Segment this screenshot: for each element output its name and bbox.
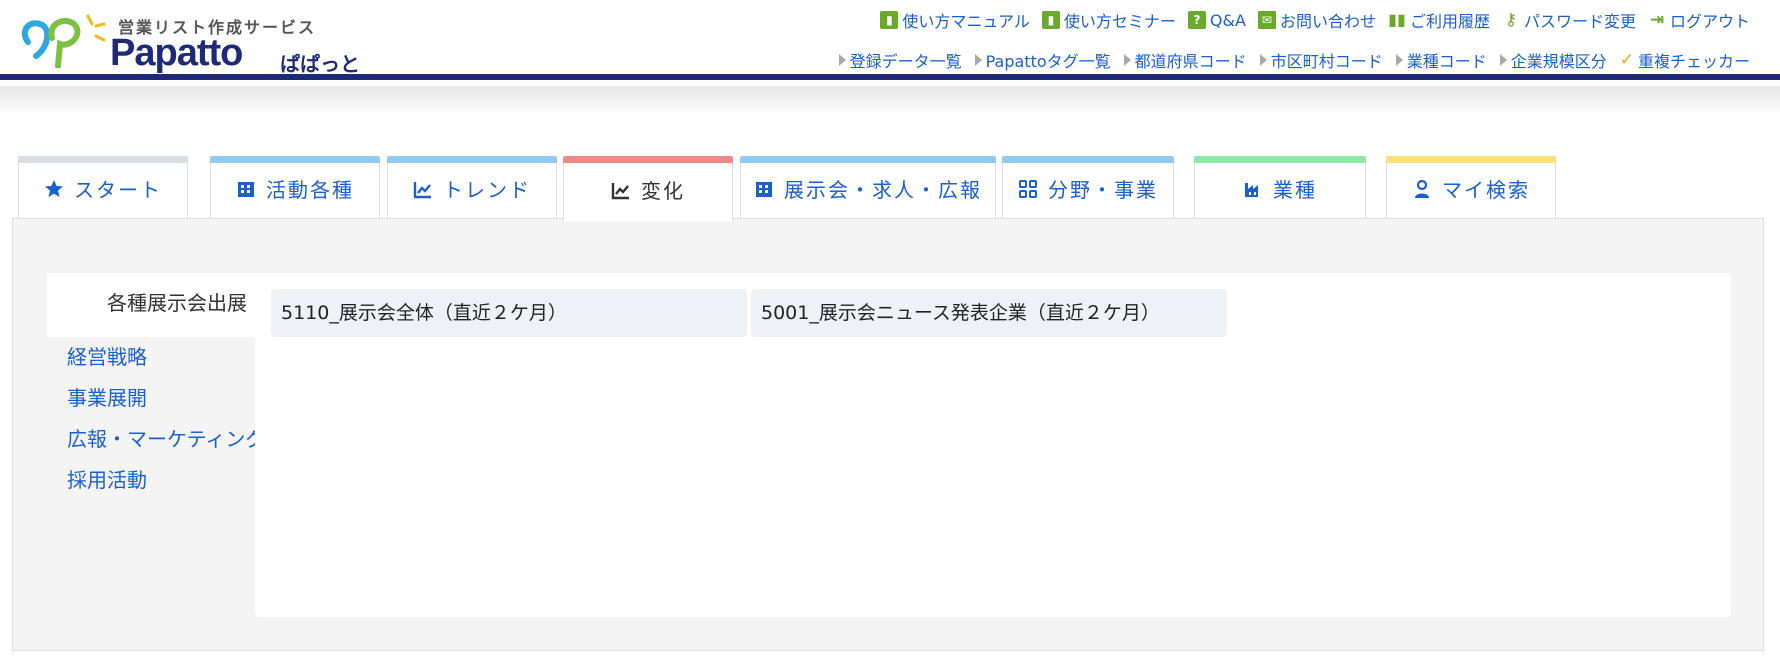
sub-nav-label: 業種コード bbox=[1406, 52, 1487, 71]
sub-nav-label: 都道府県コード bbox=[1134, 52, 1247, 71]
tag-card-5001[interactable]: 5001_展示会ニュース発表企業（直近２ケ月） bbox=[751, 289, 1227, 337]
sub-nav-tag-list[interactable]: Papattoタグ一覧 bbox=[974, 48, 1111, 72]
triangle-right-icon bbox=[838, 54, 846, 66]
tag-card-5110[interactable]: 5110_展示会全体（直近２ケ月） bbox=[271, 289, 747, 337]
sub-nav-city-code[interactable]: 市区町村コード bbox=[1259, 48, 1383, 72]
tab-trend[interactable]: トレンド bbox=[387, 156, 557, 220]
triangle-right-icon bbox=[1259, 54, 1267, 66]
tab-label: スタート bbox=[74, 178, 162, 202]
tab-panel: 各種展示会出展 経営戦略 事業展開 広報・マーケティング 採用活動 5110_展… bbox=[12, 218, 1764, 651]
star-icon bbox=[45, 179, 63, 197]
top-nav-logout[interactable]: ⇥ ログアウト bbox=[1648, 8, 1750, 32]
tab-change[interactable]: 変化 bbox=[563, 156, 733, 222]
sub-nav-label: Papattoタグ一覧 bbox=[985, 52, 1111, 71]
tab-label: 業種 bbox=[1273, 178, 1317, 202]
check-icon: ✓ bbox=[1619, 50, 1634, 70]
tab-my-search[interactable]: マイ検索 bbox=[1386, 156, 1556, 220]
tab-start[interactable]: スタート bbox=[18, 156, 188, 220]
triangle-right-icon bbox=[1123, 54, 1131, 66]
sub-nav-duplicate-checker[interactable]: ✓ 重複チェッカー bbox=[1620, 48, 1750, 72]
mail-icon: ✉ bbox=[1257, 11, 1276, 29]
tab-label: マイ検索 bbox=[1442, 178, 1530, 202]
sub-nav-prefecture-code[interactable]: 都道府県コード bbox=[1123, 48, 1247, 72]
top-nav-history[interactable]: ▮▮ ご利用履歴 bbox=[1388, 8, 1490, 32]
triangle-right-icon bbox=[974, 54, 982, 66]
tab-color-bar bbox=[1194, 156, 1366, 163]
factory-icon bbox=[1245, 182, 1258, 197]
book-icon: ▮ bbox=[880, 11, 899, 29]
sidebar-item-management-strategy[interactable]: 経営戦略 bbox=[47, 337, 257, 378]
sidebar-item-recruiting[interactable]: 採用活動 bbox=[47, 460, 257, 501]
tab-exhibitions[interactable]: 展示会・求人・広報 bbox=[740, 156, 996, 220]
header-shadow bbox=[0, 86, 1780, 116]
papatto-logo[interactable]: 営業リスト作成サービス Papatto ぱぱっと bbox=[18, 12, 360, 76]
tab-label: 展示会・求人・広報 bbox=[784, 178, 982, 202]
tab-color-bar bbox=[1386, 156, 1556, 163]
tab-color-bar bbox=[387, 156, 557, 163]
top-nav-contact[interactable]: ✉ お問い合わせ bbox=[1257, 8, 1376, 32]
logout-icon: ⇥ bbox=[1649, 10, 1665, 30]
triangle-right-icon bbox=[1395, 54, 1403, 66]
tab-activities[interactable]: 活動各種 bbox=[210, 156, 380, 220]
top-nav-manual[interactable]: ▮ 使い方マニュアル bbox=[880, 8, 1030, 32]
tab-industry[interactable]: 業種 bbox=[1194, 156, 1366, 220]
sub-nav-industry-code[interactable]: 業種コード bbox=[1395, 48, 1487, 72]
trend-icon bbox=[413, 181, 431, 198]
top-nav-label: お問い合わせ bbox=[1279, 12, 1376, 31]
history-icon: ▮▮ bbox=[1388, 10, 1406, 29]
sub-nav-label: 登録データ一覧 bbox=[849, 52, 962, 71]
sub-nav: 登録データ一覧 Papattoタグ一覧 都道府県コード 市区町村コード 業種コー… bbox=[838, 48, 1750, 72]
top-nav-label: ログアウト bbox=[1669, 12, 1750, 31]
user-icon bbox=[1415, 179, 1429, 198]
top-nav-password[interactable]: ⚷ パスワード変更 bbox=[1502, 8, 1636, 32]
header: 営業リスト作成サービス Papatto ぱぱっと ▮ 使い方マニュアル ▮ 使い… bbox=[0, 0, 1780, 80]
tab-color-bar bbox=[210, 156, 380, 163]
question-icon: ? bbox=[1187, 11, 1206, 29]
logo-kana: ぱぱっと bbox=[280, 52, 360, 76]
building-icon bbox=[238, 181, 254, 197]
sub-nav-company-size[interactable]: 企業規模区分 bbox=[1499, 48, 1607, 72]
logo-mark-icon bbox=[21, 14, 106, 68]
sidebar-item-business-expansion[interactable]: 事業展開 bbox=[47, 378, 257, 419]
tab-color-bar bbox=[563, 156, 733, 163]
triangle-right-icon bbox=[1499, 54, 1507, 66]
top-nav-label: パスワード変更 bbox=[1523, 12, 1636, 31]
top-nav-label: 使い方マニュアル bbox=[902, 12, 1030, 31]
sub-nav-registered-data[interactable]: 登録データ一覧 bbox=[838, 48, 962, 72]
book-icon: ▮ bbox=[1041, 11, 1060, 29]
building-icon bbox=[756, 181, 772, 197]
top-nav: ▮ 使い方マニュアル ▮ 使い方セミナー ? Q&A ✉ お問い合わせ ▮▮ ご… bbox=[880, 8, 1750, 32]
top-nav-label: 使い方セミナー bbox=[1063, 12, 1176, 31]
tab-fields[interactable]: 分野・事業 bbox=[1002, 156, 1174, 220]
tab-label: 分野・事業 bbox=[1048, 178, 1158, 202]
tab-label: 活動各種 bbox=[266, 178, 354, 202]
top-nav-label: Q&A bbox=[1209, 10, 1246, 30]
tab-label: 変化 bbox=[641, 179, 685, 203]
sub-nav-label: 企業規模区分 bbox=[1510, 52, 1607, 71]
sidebar-item-pr-marketing[interactable]: 広報・マーケティング bbox=[47, 419, 265, 460]
top-nav-label: ご利用履歴 bbox=[1409, 12, 1490, 31]
sub-nav-label: 市区町村コード bbox=[1270, 52, 1383, 71]
chart-line-icon bbox=[611, 182, 629, 199]
key-icon: ⚷ bbox=[1504, 10, 1518, 30]
tag-list-content: 5110_展示会全体（直近２ケ月） 5001_展示会ニュース発表企業（直近２ケ月… bbox=[255, 273, 1731, 617]
sidebar-item-exhibitions[interactable]: 各種展示会出展 bbox=[47, 273, 257, 337]
grid-icon bbox=[1019, 179, 1037, 198]
sub-nav-label: 重複チェッカー bbox=[1637, 52, 1750, 71]
logo-name: Papatto bbox=[110, 32, 243, 74]
tab-color-bar bbox=[740, 156, 996, 163]
top-nav-qa[interactable]: ? Q&A bbox=[1187, 10, 1246, 30]
tab-color-bar bbox=[18, 156, 188, 163]
top-nav-seminar[interactable]: ▮ 使い方セミナー bbox=[1041, 8, 1176, 32]
category-sidebar: 各種展示会出展 経営戦略 事業展開 広報・マーケティング 採用活動 bbox=[47, 273, 265, 501]
tab-color-bar bbox=[1002, 156, 1174, 163]
tab-label: トレンド bbox=[443, 178, 531, 202]
